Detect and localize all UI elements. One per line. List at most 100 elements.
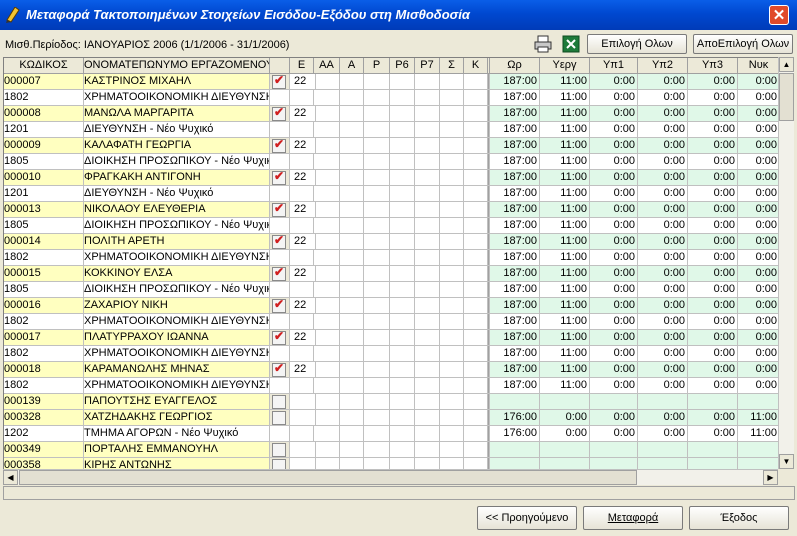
pencil-icon: [6, 7, 20, 23]
select-all-button[interactable]: Επιλογή Ολων: [587, 34, 687, 54]
grid-cell: [270, 410, 290, 426]
checked-icon[interactable]: [272, 330, 286, 345]
column-header[interactable]: Ρ: [364, 58, 390, 74]
column-header[interactable]: Ωρ: [490, 58, 540, 74]
department-row[interactable]: 1201 ΔΙΕΥΘΥΝΣΗ - Νέο Ψυχικό 187:00 11:00 0:0…: [4, 122, 779, 138]
employee-row[interactable]: 000349 ΠΟΡΤΑΛΗΣ ΕΜΜΑΝΟΥΗΛ: [4, 442, 779, 458]
employee-row[interactable]: 000018ΚΑΡΑΜΑΝΩΛΗΣ ΜΗΝΑΣ22187:0011:000:00…: [4, 362, 779, 378]
checked-icon[interactable]: [272, 138, 286, 153]
hours-cell: 0:00: [638, 154, 688, 170]
column-header[interactable]: Α: [340, 58, 364, 74]
column-header[interactable]: Υπ3: [688, 58, 738, 74]
department-row[interactable]: 1802ΧΡΗΜΑΤΟΟΙΚΟΝΟΜΙΚΗ ΔΙΕΥΘΥΝΣΗ - Ν 187:0…: [4, 90, 779, 106]
column-header[interactable]: Κ: [464, 58, 488, 74]
department-row[interactable]: 1802ΧΡΗΜΑΤΟΟΙΚΟΝΟΜΙΚΗ ΔΙΕΥΘΥΝΣΗ - Ν 187:0…: [4, 346, 779, 362]
checked-icon[interactable]: [272, 266, 286, 281]
scroll-right-icon[interactable]: ▶: [763, 470, 778, 485]
unchecked-icon[interactable]: [272, 395, 286, 409]
employee-row[interactable]: 000139 ΠΑΠΟΥΤΣΗΣ ΕΥΑΓΓΕΛΟΣ: [4, 394, 779, 410]
employee-row[interactable]: 000008ΜΑΝΩΛΑ ΜΑΡΓΑΡΙΤΑ22187:0011:000:000…: [4, 106, 779, 122]
grid-cell: [440, 234, 464, 250]
scroll-left-icon[interactable]: ◀: [3, 470, 18, 485]
checked-icon[interactable]: [272, 202, 286, 217]
grid-cell: [415, 138, 440, 154]
employee-row[interactable]: 000009ΚΑΛΑΦΑΤΗ ΓΕΩΡΓΙΑ22187:0011:000:000…: [4, 138, 779, 154]
checked-icon[interactable]: [272, 234, 286, 249]
employee-row[interactable]: 000010ΦΡΑΓΚΑΚΗ ΑΝΤΙΓΟΝΗ22187:0011:000:00…: [4, 170, 779, 186]
checked-icon[interactable]: [272, 74, 286, 89]
column-header[interactable]: ΑΑ: [314, 58, 340, 74]
column-header[interactable]: Σ: [440, 58, 464, 74]
transfer-button[interactable]: Μεταφορά: [583, 506, 683, 530]
hours-cell: 187:00: [490, 314, 540, 330]
checked-icon[interactable]: [272, 298, 286, 313]
unchecked-icon[interactable]: [272, 443, 286, 457]
horizontal-scrollbar[interactable]: ◀ ▶: [3, 469, 778, 485]
column-header[interactable]: Ε: [290, 58, 314, 74]
grid-cell: [440, 122, 464, 138]
department-row[interactable]: 1201 ΔΙΕΥΘΥΝΣΗ - Νέο Ψυχικό 187:00 11:00 0:0…: [4, 186, 779, 202]
employee-row[interactable]: 000013ΝΙΚΟΛΑΟΥ ΕΛΕΥΘΕΡΙΑ22187:0011:000:0…: [4, 202, 779, 218]
code-cell: 1201: [4, 122, 84, 138]
hours-cell: [638, 394, 688, 410]
hours-cell: 0:00: [590, 218, 638, 234]
employee-row[interactable]: 000015ΚΟΚΚΙΝΟΥ ΕΛΣΑ22187:0011:000:000:00…: [4, 266, 779, 282]
grid-cell: [440, 218, 464, 234]
column-header[interactable]: Ρ7: [415, 58, 440, 74]
employee-row[interactable]: 000007ΚΑΣΤΡΙΝΟΣ ΜΙΧΑΗΛ22187:0011:000:000…: [4, 74, 779, 90]
code-cell: 000013: [4, 202, 84, 218]
employee-row[interactable]: 000017ΠΛΑΤΥΡΡΑΧΟΥ ΙΩΑΝΝΑ22187:0011:000:0…: [4, 330, 779, 346]
department-row[interactable]: 1802ΧΡΗΜΑΤΟΟΙΚΟΝΟΜΙΚΗ ΔΙΕΥΘΥΝΣΗ - Ν 187:0…: [4, 314, 779, 330]
excel-icon[interactable]: [561, 34, 581, 54]
grid-cell: [314, 314, 340, 330]
grid-cell: [314, 298, 340, 314]
hscroll-thumb[interactable]: [19, 470, 637, 485]
column-header[interactable]: Ρ6: [390, 58, 415, 74]
scroll-down-icon[interactable]: ▼: [779, 454, 794, 469]
hours-cell: 0:00: [638, 186, 688, 202]
department-row[interactable]: 1805 ΔΙΟΙΚΗΣΗ ΠΡΟΣΩΠΙΚΟΥ - Νέο Ψυχικό 187:…: [4, 218, 779, 234]
previous-button[interactable]: << Προηγούμενο: [477, 506, 577, 530]
column-header[interactable]: ΚΩΔΙΚΟΣ: [4, 58, 84, 74]
hours-cell: 0:00: [590, 154, 638, 170]
checked-icon[interactable]: [272, 170, 286, 185]
name-cell: ΧΡΗΜΑΤΟΟΙΚΟΝΟΜΙΚΗ ΔΙΕΥΘΥΝΣΗ - Ν: [84, 346, 270, 362]
hours-cell: 0:00: [638, 298, 688, 314]
deselect-all-button[interactable]: ΑποΕπιλογή Ολων: [693, 34, 793, 54]
department-row[interactable]: 1802ΧΡΗΜΑΤΟΟΙΚΟΝΟΜΙΚΗ ΔΙΕΥΘΥΝΣΗ - Ν 187:0…: [4, 250, 779, 266]
department-row[interactable]: 1805 ΔΙΟΙΚΗΣΗ ΠΡΟΣΩΠΙΚΟΥ - Νέο Ψυχικό 187:…: [4, 154, 779, 170]
employee-row[interactable]: 000328 ΧΑΤΖΗΔΑΚΗΣ ΓΕΩΡΓΙΟΣ 176:00 0:00 0:00 0…: [4, 410, 779, 426]
column-header[interactable]: [270, 58, 290, 74]
employee-row[interactable]: 000014ΠΟΛΙΤΗ ΑΡΕΤΗ22187:0011:000:000:000…: [4, 234, 779, 250]
checked-icon[interactable]: [272, 106, 286, 121]
grid-cell: [314, 346, 340, 362]
grid-cell: [314, 138, 340, 154]
grid-cell: [314, 202, 340, 218]
department-row[interactable]: 1805 ΔΙΟΙΚΗΣΗ ΠΡΟΣΩΠΙΚΟΥ - Νέο Ψυχικό 187:…: [4, 282, 779, 298]
hours-cell: 0:00: [590, 346, 638, 362]
department-row[interactable]: 1802ΧΡΗΜΑΤΟΟΙΚΟΝΟΜΙΚΗ ΔΙΕΥΘΥΝΣΗ - Ν 187:0…: [4, 378, 779, 394]
column-header[interactable]: Νυκ: [738, 58, 779, 74]
hours-cell: 0:00: [688, 330, 738, 346]
hours-cell: 0:00: [638, 282, 688, 298]
grid-cell: [340, 138, 364, 154]
column-header[interactable]: ΟΝΟΜΑΤΕΠΩΝΥΜΟ ΕΡΓΑΖΟΜΕΝΟΥ: [84, 58, 270, 74]
column-header[interactable]: Υεργ: [540, 58, 590, 74]
employee-row[interactable]: 000016ΖΑΧΑΡΙΟΥ ΝΙΚΗ22187:0011:000:000:00…: [4, 298, 779, 314]
department-row[interactable]: 1202 ΤΜΗΜΑ ΑΓΟΡΩΝ - Νέο Ψυχικό 176:00 0:00 0…: [4, 426, 779, 442]
close-button[interactable]: ✕: [769, 5, 789, 25]
scroll-up-icon[interactable]: ▲: [779, 57, 794, 72]
scroll-thumb[interactable]: [779, 73, 794, 121]
printer-icon[interactable]: [533, 34, 553, 54]
column-header[interactable]: Υπ1: [590, 58, 638, 74]
checked-icon[interactable]: [272, 362, 286, 377]
column-header[interactable]: Υπ2: [638, 58, 688, 74]
grid-cell: [340, 346, 364, 362]
hours-cell: 0:00: [738, 250, 779, 266]
exit-button[interactable]: Έξοδος: [689, 506, 789, 530]
grid-cell: [340, 314, 364, 330]
vertical-scrollbar[interactable]: ▲ ▼: [778, 57, 794, 469]
grid-cell: [390, 250, 415, 266]
hours-cell: 11:00: [540, 170, 590, 186]
unchecked-icon[interactable]: [272, 411, 286, 425]
